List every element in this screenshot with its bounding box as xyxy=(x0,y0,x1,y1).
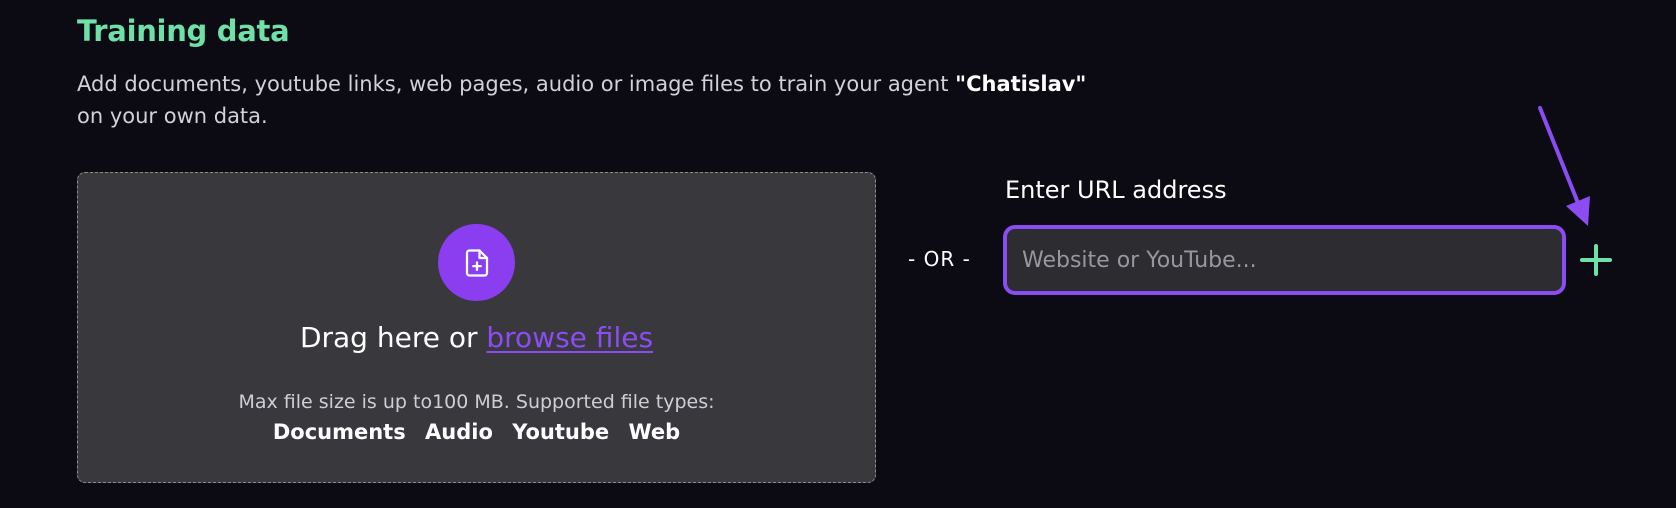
description-prefix: Add documents, youtube links, web pages,… xyxy=(77,72,956,96)
file-type-documents: Documents xyxy=(272,420,406,444)
section-title: Training data xyxy=(77,14,290,48)
description-suffix: on your own data. xyxy=(77,104,268,128)
file-type-web: Web xyxy=(628,420,681,444)
file-type-youtube: Youtube xyxy=(512,420,610,444)
section-description: Add documents, youtube links, web pages,… xyxy=(77,68,1137,132)
browse-files-link[interactable]: browse files xyxy=(486,321,653,354)
plus-icon xyxy=(1580,244,1612,276)
drag-text: Drag here or xyxy=(299,321,487,354)
url-input[interactable] xyxy=(1003,225,1566,295)
supported-file-types: Documents Audio Youtube Web xyxy=(78,420,875,444)
file-type-audio: Audio xyxy=(425,420,493,444)
annotation-arrow-icon xyxy=(1538,106,1590,226)
file-dropzone[interactable]: Drag here or browse files Max file size … xyxy=(77,172,876,483)
or-separator: - OR - xyxy=(908,247,971,271)
file-size-note: Max file size is up to100 MB. Supported … xyxy=(238,391,715,413)
add-url-button[interactable] xyxy=(1576,240,1616,280)
drag-instruction: Drag here or browse files xyxy=(78,321,875,354)
url-label: Enter URL address xyxy=(1005,176,1227,204)
agent-name: "Chatislav" xyxy=(955,72,1087,96)
file-add-icon[interactable] xyxy=(438,224,515,301)
